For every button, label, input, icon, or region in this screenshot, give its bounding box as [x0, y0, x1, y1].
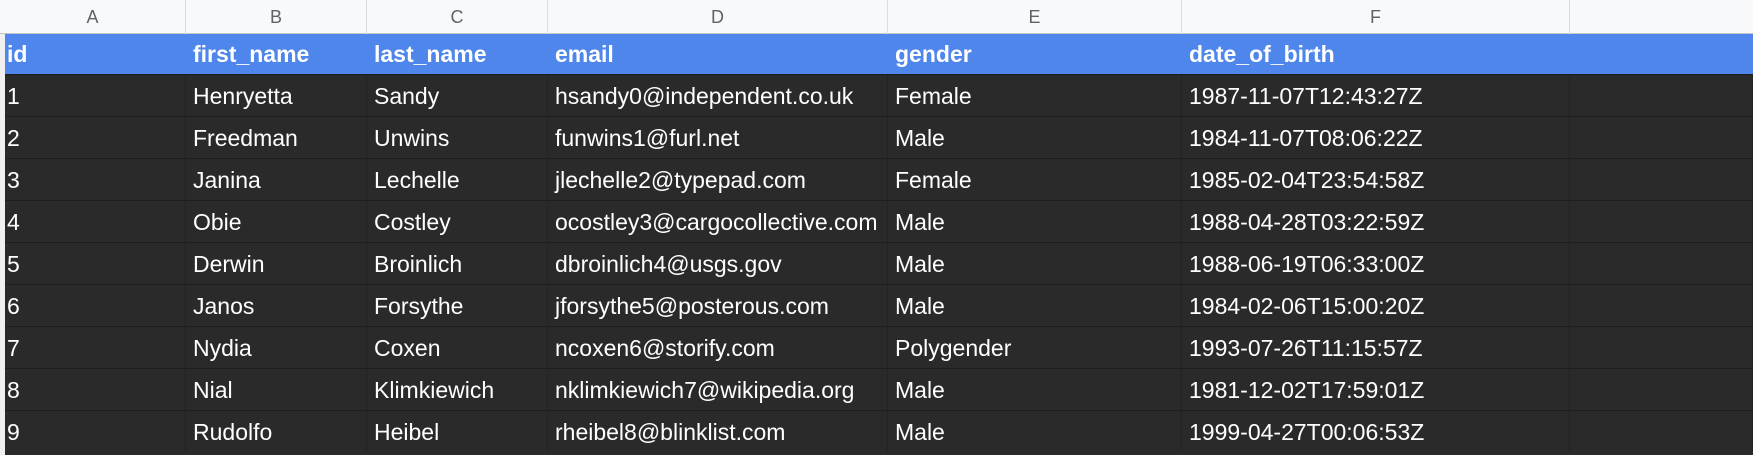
cell-last-name[interactable]: Coxen [367, 327, 548, 368]
cell-gender[interactable]: Polygender [888, 327, 1182, 368]
cell-empty[interactable] [1570, 75, 1753, 116]
column-header-c[interactable]: C [367, 0, 548, 34]
table-row: 5 Derwin Broinlich dbroinlich4@usgs.gov … [0, 242, 1753, 284]
table-row: 7 Nydia Coxen ncoxen6@storify.com Polyge… [0, 326, 1753, 368]
header-cell-last-name[interactable]: last_name [367, 34, 548, 74]
table-row: 6 Janos Forsythe jforsythe5@posterous.co… [0, 284, 1753, 326]
cell-last-name[interactable]: Broinlich [367, 243, 548, 284]
cell-empty[interactable] [1570, 117, 1753, 158]
column-header-f[interactable]: F [1182, 0, 1570, 34]
header-cell-id[interactable]: id [0, 34, 186, 74]
cell-first-name[interactable]: Derwin [186, 243, 367, 284]
cell-first-name[interactable]: Freedman [186, 117, 367, 158]
cell-email[interactable]: dbroinlich4@usgs.gov [548, 243, 888, 284]
cell-last-name[interactable]: Heibel [367, 411, 548, 452]
cell-date-of-birth[interactable]: 1987-11-07T12:43:27Z [1182, 75, 1570, 116]
cell-id[interactable]: 2 [0, 117, 186, 158]
header-cell-date-of-birth[interactable]: date_of_birth [1182, 34, 1570, 74]
cell-id[interactable]: 9 [0, 411, 186, 452]
cell-date-of-birth[interactable]: 1984-11-07T08:06:22Z [1182, 117, 1570, 158]
cell-first-name[interactable]: Henryetta [186, 75, 367, 116]
row-header-edge [0, 34, 5, 455]
cell-id[interactable]: 4 [0, 201, 186, 242]
cell-empty[interactable] [1570, 201, 1753, 242]
cell-first-name[interactable]: Nydia [186, 327, 367, 368]
cell-date-of-birth[interactable]: 1984-02-06T15:00:20Z [1182, 285, 1570, 326]
cell-first-name[interactable]: Nial [186, 369, 367, 410]
cell-email[interactable]: hsandy0@independent.co.uk [548, 75, 888, 116]
cell-empty[interactable] [1570, 285, 1753, 326]
cell-gender[interactable]: Male [888, 411, 1182, 452]
column-header-bar: A B C D E F [0, 0, 1753, 34]
cell-last-name[interactable]: Lechelle [367, 159, 548, 200]
cell-gender[interactable]: Male [888, 369, 1182, 410]
header-cell-empty[interactable] [1570, 34, 1753, 74]
cell-last-name[interactable]: Costley [367, 201, 548, 242]
column-header-d[interactable]: D [548, 0, 888, 34]
cell-email[interactable]: nklimkiewich7@wikipedia.org [548, 369, 888, 410]
cell-empty[interactable] [1570, 327, 1753, 368]
table-row: 1 Henryetta Sandy hsandy0@independent.co… [0, 74, 1753, 116]
cell-last-name[interactable]: Klimkiewich [367, 369, 548, 410]
column-header-b[interactable]: B [186, 0, 367, 34]
cell-empty[interactable] [1570, 159, 1753, 200]
cell-gender[interactable]: Female [888, 159, 1182, 200]
cell-date-of-birth[interactable]: 1988-04-28T03:22:59Z [1182, 201, 1570, 242]
cell-date-of-birth[interactable]: 1988-06-19T06:33:00Z [1182, 243, 1570, 284]
header-cell-gender[interactable]: gender [888, 34, 1182, 74]
cell-email[interactable]: rheibel8@blinklist.com [548, 411, 888, 452]
cell-last-name[interactable]: Forsythe [367, 285, 548, 326]
cell-id[interactable]: 5 [0, 243, 186, 284]
cell-date-of-birth[interactable]: 1993-07-26T11:15:57Z [1182, 327, 1570, 368]
cell-gender[interactable]: Male [888, 117, 1182, 158]
table-row: 4 Obie Costley ocostley3@cargocollective… [0, 200, 1753, 242]
cell-first-name[interactable]: Janos [186, 285, 367, 326]
cell-empty[interactable] [1570, 411, 1753, 452]
cell-id[interactable]: 8 [0, 369, 186, 410]
cell-id[interactable]: 1 [0, 75, 186, 116]
cell-date-of-birth[interactable]: 1985-02-04T23:54:58Z [1182, 159, 1570, 200]
cell-email[interactable]: ocostley3@cargocollective.com [548, 201, 888, 242]
table-row: 9 Rudolfo Heibel rheibel8@blinklist.com … [0, 410, 1753, 452]
cell-date-of-birth[interactable]: 1999-04-27T00:06:53Z [1182, 411, 1570, 452]
cell-empty[interactable] [1570, 243, 1753, 284]
cell-gender[interactable]: Male [888, 285, 1182, 326]
table-row: 2 Freedman Unwins funwins1@furl.net Male… [0, 116, 1753, 158]
cell-id[interactable]: 3 [0, 159, 186, 200]
cell-first-name[interactable]: Rudolfo [186, 411, 367, 452]
header-cell-first-name[interactable]: first_name [186, 34, 367, 74]
cell-id[interactable]: 6 [0, 285, 186, 326]
column-header-a[interactable]: A [0, 0, 186, 34]
cell-email[interactable]: jlechelle2@typepad.com [548, 159, 888, 200]
cell-email[interactable]: ncoxen6@storify.com [548, 327, 888, 368]
header-row: id first_name last_name email gender dat… [0, 34, 1753, 74]
cell-gender[interactable]: Male [888, 243, 1182, 284]
table-row: 3 Janina Lechelle jlechelle2@typepad.com… [0, 158, 1753, 200]
cell-date-of-birth[interactable]: 1981-12-02T17:59:01Z [1182, 369, 1570, 410]
cell-first-name[interactable]: Janina [186, 159, 367, 200]
spreadsheet-grid: A B C D E F id first_name last_name emai… [0, 0, 1753, 455]
header-cell-email[interactable]: email [548, 34, 888, 74]
cell-empty[interactable] [1570, 369, 1753, 410]
column-header-e[interactable]: E [888, 0, 1182, 34]
table-row: 8 Nial Klimkiewich nklimkiewich7@wikiped… [0, 368, 1753, 410]
cell-first-name[interactable]: Obie [186, 201, 367, 242]
cell-id[interactable]: 7 [0, 327, 186, 368]
cell-email[interactable]: funwins1@furl.net [548, 117, 888, 158]
cell-email[interactable]: jforsythe5@posterous.com [548, 285, 888, 326]
cell-last-name[interactable]: Sandy [367, 75, 548, 116]
cell-last-name[interactable]: Unwins [367, 117, 548, 158]
cell-gender[interactable]: Male [888, 201, 1182, 242]
column-header-g[interactable] [1570, 0, 1753, 34]
cell-gender[interactable]: Female [888, 75, 1182, 116]
